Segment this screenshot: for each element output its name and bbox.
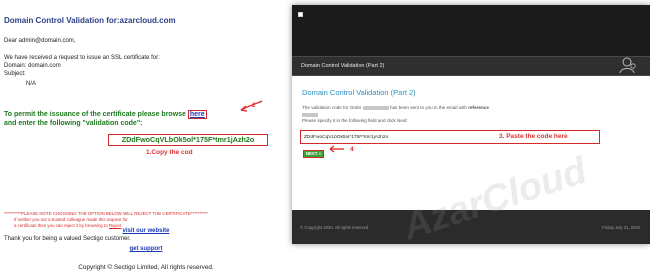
email-greeting: Dear admin@domain.com,: [4, 38, 76, 44]
email-received-line: We have received a request to issue an S…: [4, 55, 160, 61]
next-button[interactable]: NEXT »: [303, 150, 324, 158]
instruction-line-1: To permit the issuance of the certificat…: [4, 110, 207, 119]
panel-redacted-line: [302, 112, 318, 117]
browser-footer: © Copyright 2020. All rights reserved. F…: [292, 210, 650, 244]
annotation-step-1: 1.Copy the cod: [146, 149, 193, 156]
email-subject-line: Subject:: [4, 71, 26, 77]
footer-copyright: © Copyright 2020. All rights reserved.: [300, 225, 370, 230]
footer-date: Friday July 31, 2020: [602, 225, 640, 230]
broken-image-icon: [298, 12, 303, 17]
panel-text-2: Please specify it in the following field…: [302, 118, 408, 123]
get-support-link[interactable]: get support: [0, 246, 292, 252]
visit-website-link[interactable]: visit our website: [0, 228, 292, 234]
panel-text-1a: The validation code for Order: [302, 105, 363, 110]
email-message: Domain Control Validation for:azarcloud.…: [0, 0, 292, 276]
annotation-step-3: 3. Paste the code here: [499, 133, 568, 140]
validation-panel: Domain Control Validation (Part 2) The v…: [292, 76, 650, 210]
window-title: Domain Control Validation (Part 2): [301, 63, 385, 69]
redacted-order-number: [362, 105, 389, 110]
panel-text-1: The validation code for Order has been s…: [302, 105, 489, 110]
panel-title: Domain Control Validation (Part 2): [302, 88, 416, 97]
annotation-step-4: 4: [350, 146, 354, 153]
window-titlebar: Domain Control Validation (Part 2): [292, 56, 650, 76]
here-link-box: here: [187, 110, 207, 119]
instruction-text: To permit the issuance of the certificat…: [4, 111, 188, 118]
arrow-to-here-icon: [240, 100, 263, 112]
here-link[interactable]: here: [190, 111, 205, 118]
email-thanks: Thank you for being a valued Sectigo cus…: [4, 236, 131, 242]
panel-text-reference: reference: [468, 105, 489, 110]
redacted-reference: [302, 112, 318, 117]
panel-text-1b: has been sent to you in the email with: [388, 105, 469, 110]
validation-browser-window: Domain Control Validation (Part 2) Domai…: [292, 5, 650, 244]
browser-header: [292, 5, 650, 56]
email-subject: Domain Control Validation for:azarcloud.…: [4, 16, 176, 25]
user-account-icon[interactable]: [618, 55, 638, 75]
email-na: N/A: [26, 81, 37, 87]
arrow-to-next-icon: [329, 145, 344, 153]
validation-code-box: ZDdFwoCqVLbOk5ol*175F*tmr1jAzh2o: [108, 134, 268, 146]
validation-code-input[interactable]: [304, 133, 424, 141]
email-domain-line: Domain: domain.com: [4, 63, 61, 69]
validation-code[interactable]: ZDdFwoCqVLbOk5ol*175F*tmr1jAzh2o: [109, 135, 267, 144]
reject-warning: **********PLEASE NOTE CHOOSING THE OPTIO…: [4, 211, 208, 229]
instruction-line-2: and enter the following "validation code…: [4, 120, 143, 127]
annotation-step-2: 2: [252, 102, 256, 109]
email-copyright: Copyright © Sectigo Limited, All rights …: [78, 264, 214, 271]
